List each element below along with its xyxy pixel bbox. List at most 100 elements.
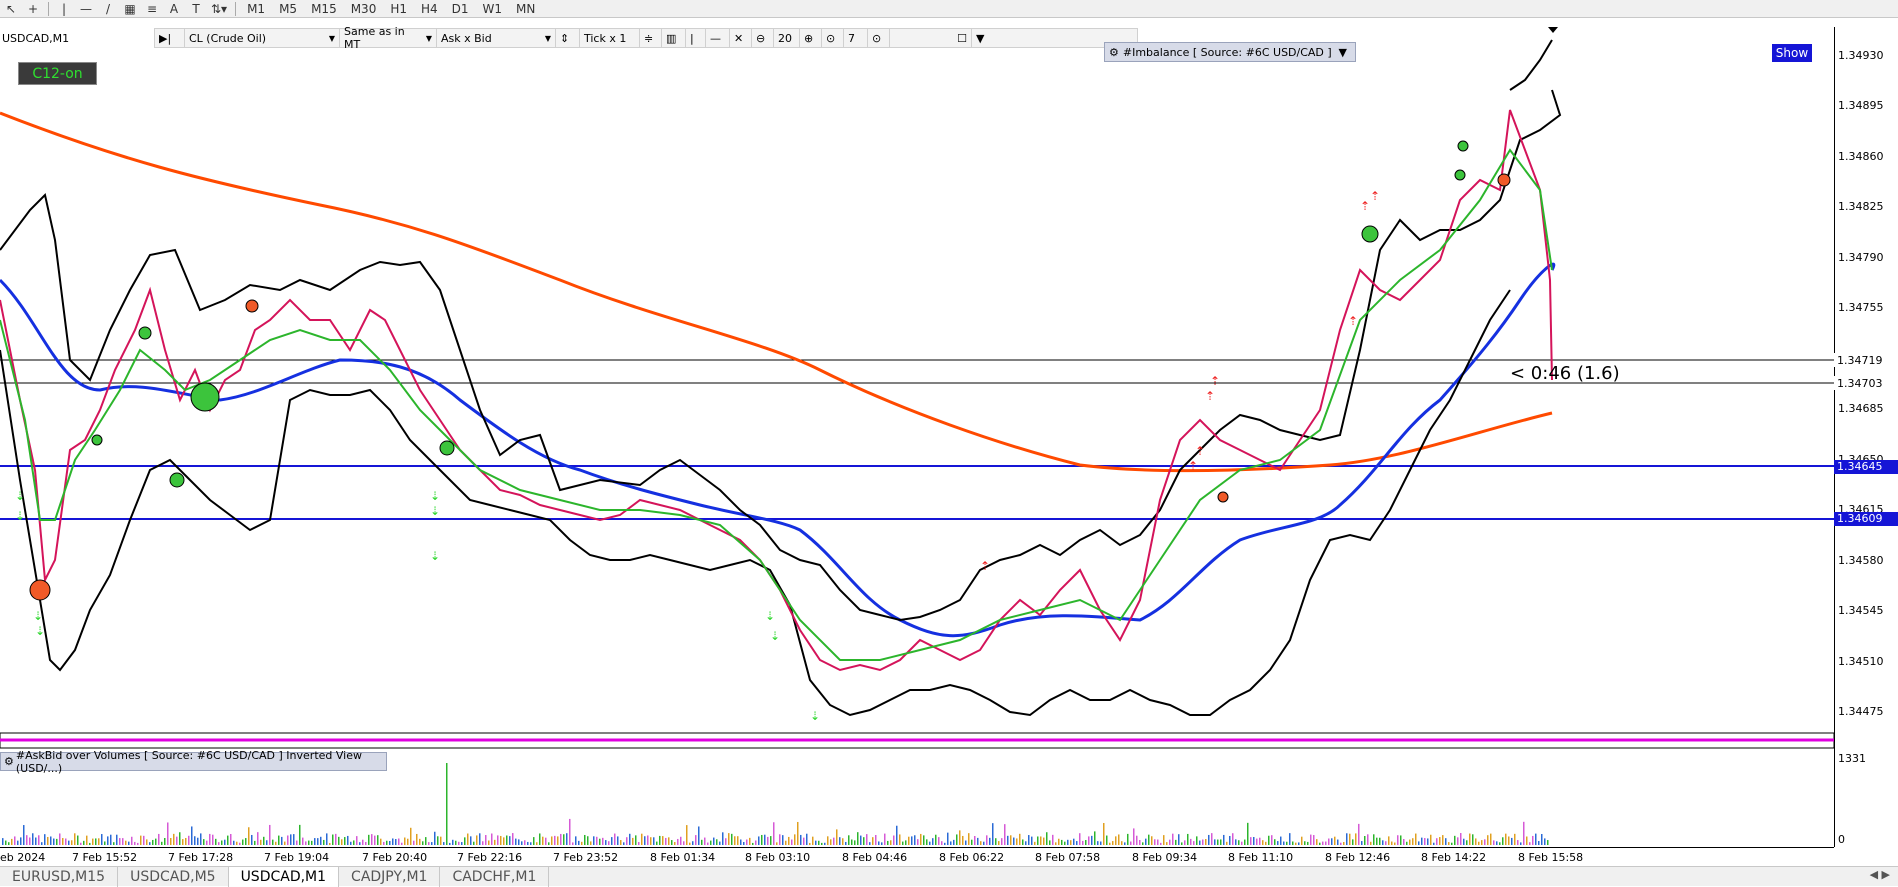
volume-bar xyxy=(752,842,754,845)
vertical-line-icon[interactable]: | xyxy=(53,0,75,18)
horizontal-line-icon[interactable]: — xyxy=(75,0,97,18)
subwindow-label[interactable]: ⚙ #AskBid over Volumes [ Source: #6C USD… xyxy=(0,749,387,775)
signal-dot[interactable] xyxy=(1497,173,1511,187)
crosshair-icon[interactable]: + xyxy=(22,0,44,18)
volume-bar xyxy=(134,841,136,845)
tab-scroll-arrows[interactable]: ◀ ▶ xyxy=(1870,868,1890,881)
text-label-icon[interactable]: T xyxy=(185,0,207,18)
c12-toggle-button[interactable]: C12-on xyxy=(18,62,97,85)
volume-bar xyxy=(1082,840,1084,845)
volume-bar xyxy=(47,836,49,845)
text-tool-icon[interactable]: A xyxy=(163,0,185,18)
volume-bar xyxy=(920,833,922,845)
show-button[interactable]: Show xyxy=(1772,44,1812,62)
arrow-cursor-icon[interactable]: ↖ xyxy=(0,0,22,18)
volume-bar xyxy=(1511,837,1513,845)
volume-bar xyxy=(1238,840,1240,845)
gear-icon[interactable]: ⚙ xyxy=(4,755,14,768)
gear-icon[interactable]: ⚙ xyxy=(1109,46,1119,59)
signal-dot[interactable] xyxy=(169,472,185,488)
equidistant-channel-icon[interactable]: ▦ xyxy=(119,0,141,18)
volume-bar xyxy=(353,840,355,845)
volume-bar xyxy=(641,833,643,845)
volume-bar xyxy=(1241,841,1243,845)
volume-bar xyxy=(194,836,196,845)
fibonacci-icon[interactable]: ≡ xyxy=(141,0,163,18)
volume-bar xyxy=(839,837,841,845)
volume-bar xyxy=(821,842,823,845)
price-line xyxy=(0,109,1553,672)
main-toolbar: ↖ + | — / ▦ ≡ A T ⇅▾ M1 M5 M15 M30 H1 H4… xyxy=(0,0,1898,18)
trendline-icon[interactable]: / xyxy=(97,0,119,18)
tab-usdcad-m1[interactable]: USDCAD,M1 xyxy=(228,867,340,887)
signal-dot[interactable] xyxy=(29,579,51,601)
price-chart[interactable]: ⇣⇣ ⇣⇣ ⇣⇣⇣ ⇣⇣⇣ ⇡ ⇡⇡ ⇡⇡ ⇡⇡ ⇡ xyxy=(0,27,1834,847)
volume-bar xyxy=(74,833,76,845)
volume-bar xyxy=(347,835,349,845)
volume-bar xyxy=(20,837,22,845)
volume-bar xyxy=(1313,835,1315,845)
volume-bar xyxy=(518,839,520,845)
volume-bar xyxy=(1325,841,1327,845)
volume-bar xyxy=(1271,835,1273,845)
arrows-tool-icon[interactable]: ⇅▾ xyxy=(207,0,231,18)
volume-bar xyxy=(1004,824,1006,845)
volume-bar xyxy=(278,835,280,845)
price-tag: 1.34645 xyxy=(1834,459,1898,474)
volume-bar xyxy=(311,840,313,845)
volume-bar xyxy=(494,839,496,845)
volume-bar xyxy=(602,837,604,845)
shift-marker[interactable] xyxy=(1548,27,1558,33)
tab-cadjpy-m1[interactable]: CADJPY,M1 xyxy=(339,867,441,887)
volume-bar xyxy=(446,763,448,845)
price-axis-label: 1.34545 xyxy=(1838,604,1884,618)
signal-dot[interactable] xyxy=(190,382,220,412)
timeframe-m30[interactable]: M30 xyxy=(344,2,384,16)
signal-dot[interactable] xyxy=(1361,225,1379,243)
chevron-down-icon[interactable]: ▼ xyxy=(1339,46,1347,59)
volume-bar xyxy=(1124,842,1126,845)
svg-text:⇡: ⇡ xyxy=(980,559,990,573)
volume-bar xyxy=(1376,837,1378,845)
volume-bar xyxy=(2,838,4,845)
volume-bar xyxy=(8,842,10,845)
signal-dot[interactable] xyxy=(1457,140,1469,152)
signal-dot[interactable] xyxy=(1454,169,1466,181)
volume-bar xyxy=(1160,842,1162,845)
price-axis-label: 1.34930 xyxy=(1838,49,1884,62)
outer-envelope xyxy=(1509,39,1553,91)
timeframe-mn[interactable]: MN xyxy=(509,2,542,16)
volume-bar xyxy=(653,837,655,845)
timeframe-m1[interactable]: M1 xyxy=(240,2,272,16)
timeframe-m5[interactable]: M5 xyxy=(272,2,304,16)
tab-usdcad-m5[interactable]: USDCAD,M5 xyxy=(118,867,229,887)
volume-bar xyxy=(116,834,118,845)
volume-bar xyxy=(1172,833,1174,845)
volume-bar xyxy=(125,840,127,845)
signal-dot[interactable] xyxy=(138,326,152,340)
timeframe-h4[interactable]: H4 xyxy=(414,2,445,16)
timeframe-m15[interactable]: M15 xyxy=(304,2,344,16)
signal-dot[interactable] xyxy=(1217,491,1229,503)
timeframe-h1[interactable]: H1 xyxy=(383,2,414,16)
imbalance-panel[interactable]: ⚙ #Imbalance [ Source: #6C USD/CAD ] ▼ xyxy=(1104,42,1356,62)
volume-bar xyxy=(746,839,748,845)
timeframe-w1[interactable]: W1 xyxy=(476,2,510,16)
tab-cadchf-m1[interactable]: CADCHF,M1 xyxy=(440,867,550,887)
volume-bar xyxy=(581,841,583,845)
volume-bar xyxy=(1250,837,1252,845)
volume-bar xyxy=(998,841,1000,845)
signal-dot[interactable] xyxy=(439,440,455,456)
signal-dot[interactable] xyxy=(91,434,103,446)
volume-bar xyxy=(242,839,244,845)
volume-bar xyxy=(1334,836,1336,845)
volume-bar xyxy=(1538,841,1540,845)
volume-bar xyxy=(716,839,718,845)
signal-dot[interactable] xyxy=(245,299,259,313)
timeframe-d1[interactable]: D1 xyxy=(445,2,476,16)
tab-eurusd-m15[interactable]: EURUSD,M15 xyxy=(0,867,119,887)
volume-bar xyxy=(947,832,949,845)
volume-bar xyxy=(881,842,883,845)
volume-bar xyxy=(698,826,700,845)
toolbar-divider xyxy=(48,1,49,16)
